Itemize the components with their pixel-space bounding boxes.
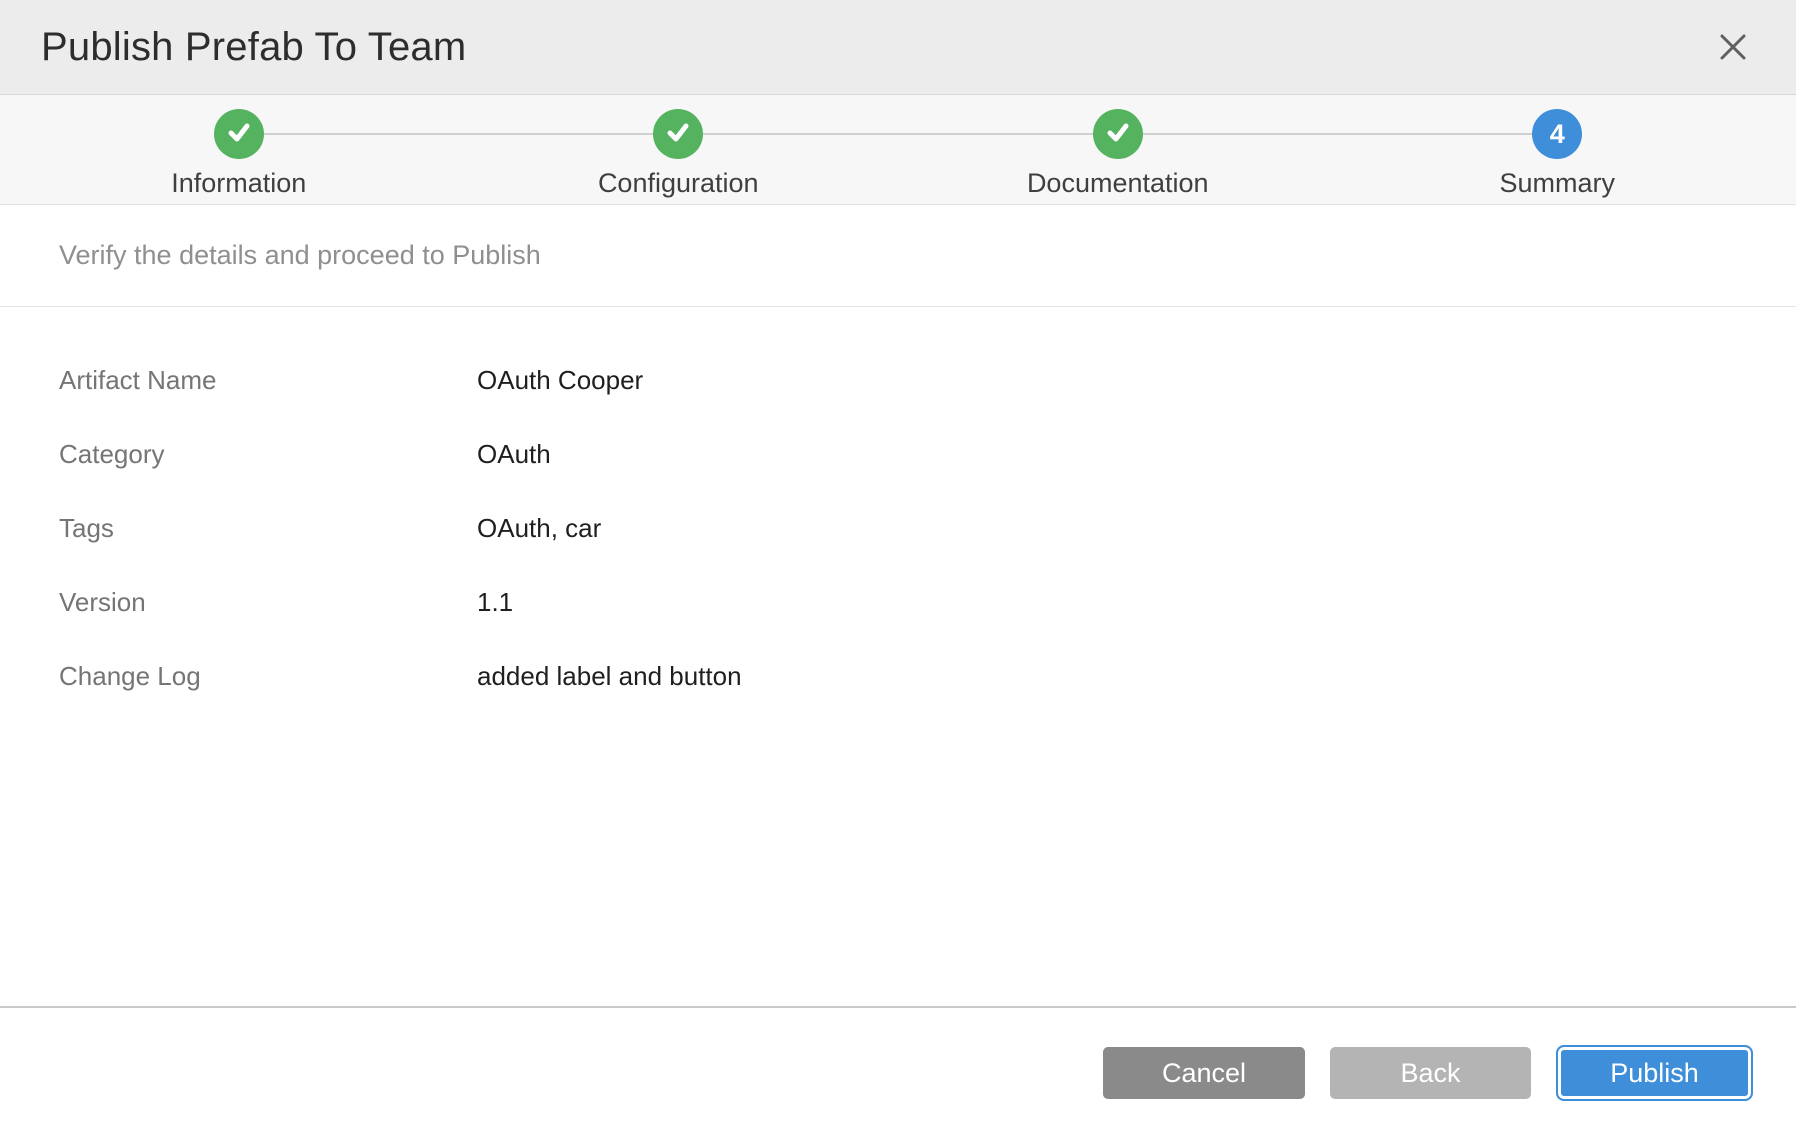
step-summary: 4 Summary — [1338, 95, 1778, 204]
field-label: Change Log — [59, 661, 477, 692]
step-number: 4 — [1550, 119, 1565, 150]
step-information-circle[interactable] — [214, 109, 264, 159]
field-row-category: Category OAuth — [59, 439, 1737, 473]
subtitle-row: Verify the details and proceed to Publis… — [0, 205, 1796, 307]
step-configuration-circle[interactable] — [653, 109, 703, 159]
step-information: Information — [19, 95, 459, 204]
check-icon — [664, 118, 692, 151]
dialog-title: Publish Prefab To Team — [41, 25, 466, 70]
field-value: added label and button — [477, 661, 742, 692]
step-information-label: Information — [171, 168, 306, 199]
dialog-header: Publish Prefab To Team — [0, 0, 1796, 95]
step-configuration-label: Configuration — [598, 168, 759, 199]
step-summary-circle[interactable]: 4 — [1532, 109, 1582, 159]
cancel-button[interactable]: Cancel — [1103, 1047, 1305, 1099]
back-button[interactable]: Back — [1330, 1047, 1531, 1099]
publish-button[interactable]: Publish — [1556, 1045, 1753, 1101]
check-icon — [225, 118, 253, 151]
field-label: Category — [59, 439, 477, 470]
step-configuration: Configuration — [459, 95, 899, 204]
step-documentation: Documentation — [898, 95, 1338, 204]
field-label: Version — [59, 587, 477, 618]
close-button[interactable] — [1711, 25, 1755, 69]
field-label: Artifact Name — [59, 365, 477, 396]
field-row-version: Version 1.1 — [59, 587, 1737, 621]
dialog-footer: Cancel Back Publish — [0, 1006, 1796, 1138]
field-label: Tags — [59, 513, 477, 544]
field-value: OAuth, car — [477, 513, 601, 544]
step-documentation-label: Documentation — [1027, 168, 1209, 199]
publish-prefab-dialog: Publish Prefab To Team Information — [0, 0, 1796, 1138]
field-row-tags: Tags OAuth, car — [59, 513, 1737, 547]
step-documentation-circle[interactable] — [1093, 109, 1143, 159]
field-row-change-log: Change Log added label and button — [59, 661, 1737, 695]
step-summary-label: Summary — [1499, 168, 1615, 199]
field-value: OAuth — [477, 439, 551, 470]
field-row-artifact-name: Artifact Name OAuth Cooper — [59, 365, 1737, 399]
check-icon — [1104, 118, 1132, 151]
field-value: 1.1 — [477, 587, 513, 618]
field-value: OAuth Cooper — [477, 365, 643, 396]
wizard-stepper: Information Configuration Docume — [0, 95, 1796, 205]
subtitle-text: Verify the details and proceed to Publis… — [59, 240, 541, 271]
close-icon — [1718, 32, 1748, 62]
